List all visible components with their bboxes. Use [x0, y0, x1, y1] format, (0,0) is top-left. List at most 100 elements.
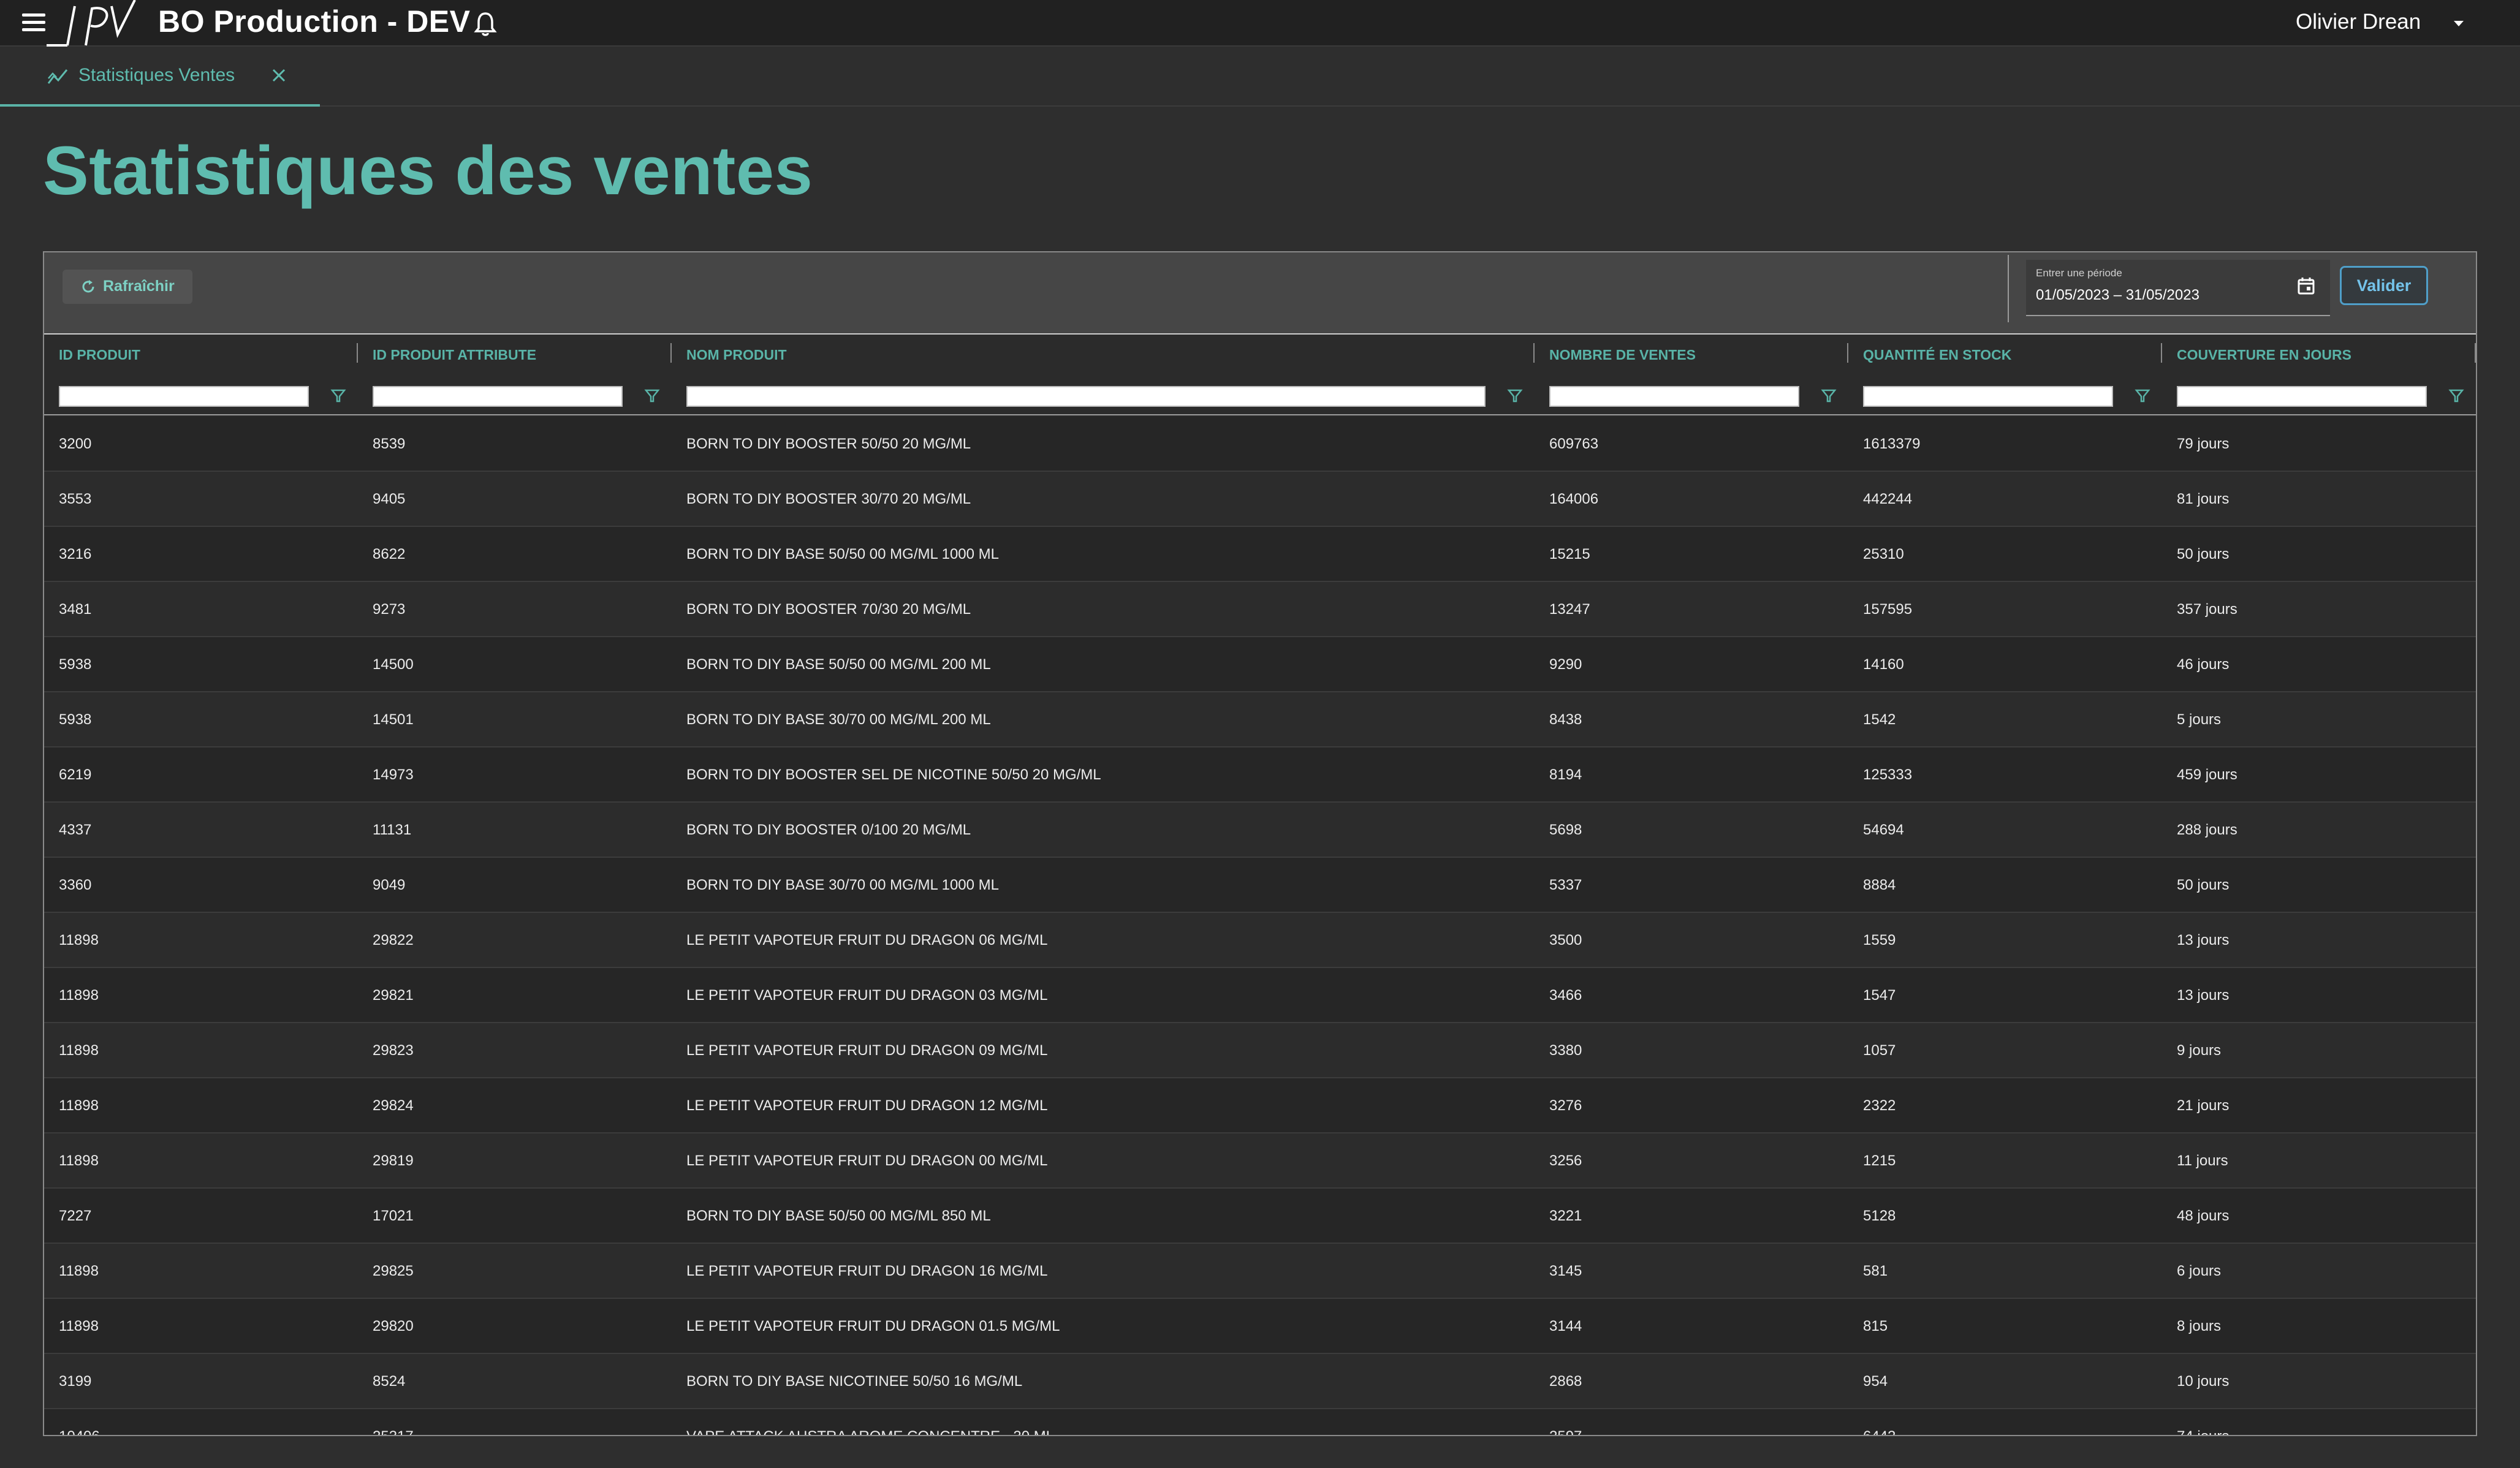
filter-icon[interactable]: [2448, 387, 2465, 404]
column-title[interactable]: NOMBRE DE VENTES: [1549, 347, 1696, 363]
cell-nombre-de-ventes: 13247: [1549, 601, 1590, 618]
cell-nom-produit: LE PETIT VAPOTEUR FRUIT DU DRAGON 00 MG/…: [686, 1152, 1048, 1169]
cell-nom-produit: BORN TO DIY BASE 50/50 00 MG/ML 1000 ML: [686, 546, 1000, 562]
cell-quantite-en-stock: 815: [1863, 1318, 1888, 1334]
column-title[interactable]: NOM PRODUIT: [686, 347, 787, 363]
chevron-down-icon[interactable]: [2449, 13, 2469, 33]
toolbar-divider: [2008, 255, 2009, 322]
table-row[interactable]: 4337 11131 BORN TO DIY BOOSTER 0/100 20 MG…: [44, 803, 2476, 858]
cell-id-produit: 3200: [59, 436, 92, 452]
chart-line-icon: [47, 69, 68, 84]
user-name[interactable]: Olivier Drean: [2296, 10, 2421, 34]
filter-icon[interactable]: [2134, 387, 2151, 404]
table-row[interactable]: 11898 29824 LE PETIT VAPOTEUR FRUIT DU DRA…: [44, 1078, 2476, 1133]
close-icon[interactable]: [270, 66, 288, 85]
table-row[interactable]: 5938 14501 BORN TO DIY BASE 30/70 00 MG/ML…: [44, 692, 2476, 747]
filter-icon[interactable]: [1820, 387, 1837, 404]
hamburger-menu-icon[interactable]: [22, 13, 45, 32]
cell-id-produit-attribute: 8622: [373, 546, 406, 562]
column-title[interactable]: ID PRODUIT ATTRIBUTE: [373, 347, 536, 363]
tab-statistiques-ventes[interactable]: Statistiques Ventes: [0, 47, 320, 107]
refresh-button[interactable]: Rafraîchir: [63, 270, 192, 304]
cell-couverture-en-jours: 21 jours: [2177, 1097, 2230, 1114]
cell-id-produit: 11898: [59, 1263, 99, 1279]
date-range-field[interactable]: Entrer une période 01/05/2023 – 31/05/20…: [2026, 260, 2330, 316]
cell-id-produit: 3481: [59, 601, 92, 618]
table-toolbar: Rafraîchir Entrer une période 01/05/2023…: [44, 252, 2476, 335]
column-title[interactable]: COUVERTURE EN JOURS: [2177, 347, 2351, 363]
sales-stats-panel: Rafraîchir Entrer une période 01/05/2023…: [43, 251, 2477, 1436]
column-header-couverture-en-jours: COUVERTURE EN JOURS: [2162, 336, 2476, 415]
table-row[interactable]: 11898 29819 LE PETIT VAPOTEUR FRUIT DU DRA…: [44, 1133, 2476, 1189]
cell-id-produit-attribute: 29824: [373, 1097, 414, 1114]
cell-quantite-en-stock: 54694: [1863, 822, 1904, 838]
cell-nombre-de-ventes: 5698: [1549, 822, 1582, 838]
filter-input-couverture-en-jours[interactable]: [2177, 386, 2427, 407]
cell-id-produit: 3360: [59, 877, 92, 893]
cell-nombre-de-ventes: 3256: [1549, 1152, 1582, 1169]
filter-icon[interactable]: [330, 387, 347, 404]
date-range-value[interactable]: 01/05/2023 – 31/05/2023: [2036, 287, 2199, 304]
cell-nom-produit: LE PETIT VAPOTEUR FRUIT DU DRAGON 01.5 M…: [686, 1318, 1060, 1334]
cell-couverture-en-jours: 48 jours: [2177, 1208, 2230, 1224]
bell-icon[interactable]: [473, 11, 498, 37]
cell-id-produit: 10406: [44, 1409, 358, 1435]
filter-input-id-produit[interactable]: [59, 386, 309, 407]
filter-input-nom-produit[interactable]: [686, 386, 1486, 407]
table-row[interactable]: 11898 29823 LE PETIT VAPOTEUR FRUIT DU DRA…: [44, 1023, 2476, 1078]
cell-id-produit-attribute: 17021: [373, 1208, 414, 1224]
cell-nombre-de-ventes: 5337: [1549, 877, 1582, 893]
cell-id-produit-attribute: 14973: [373, 766, 414, 783]
cell-nom-produit: VAPE ATTACK AUSTRA AROME CONCENTRE - 30 …: [672, 1409, 1535, 1435]
cell-quantite-en-stock: 14160: [1863, 656, 1904, 673]
cell-couverture-en-jours: 13 jours: [2177, 932, 2230, 948]
column-title[interactable]: QUANTITÉ EN STOCK: [1863, 347, 2011, 363]
table-row[interactable]: 11898 29822 LE PETIT VAPOTEUR FRUIT DU DRA…: [44, 913, 2476, 968]
cell-nom-produit: LE PETIT VAPOTEUR FRUIT DU DRAGON 06 MG/…: [686, 932, 1048, 948]
filter-input-nombre-de-ventes[interactable]: [1549, 386, 1799, 407]
cell-quantite-en-stock: 6442: [1848, 1409, 2162, 1435]
cell-nombre-de-ventes: 8194: [1549, 766, 1582, 783]
cell-quantite-en-stock: 5128: [1863, 1208, 1896, 1224]
table-row[interactable]: 6219 14973 BORN TO DIY BOOSTER SEL DE NICO…: [44, 747, 2476, 803]
page-title: Statistiques des ventes: [43, 132, 813, 209]
table-row[interactable]: 7227 17021 BORN TO DIY BASE 50/50 00 MG/ML…: [44, 1189, 2476, 1244]
table-row[interactable]: 1040625317VAPE ATTACK AUSTRA AROME CONCE…: [44, 1409, 2476, 1435]
table-row[interactable]: 5938 14500 BORN TO DIY BASE 50/50 00 MG/ML…: [44, 637, 2476, 692]
filter-input-quantite-en-stock[interactable]: [1863, 386, 2113, 407]
cell-quantite-en-stock: 954: [1863, 1373, 1888, 1390]
table-row[interactable]: 3553 9405 BORN TO DIY BOOSTER 30/70 20 MG/…: [44, 472, 2476, 527]
table-row[interactable]: 3360 9049 BORN TO DIY BASE 30/70 00 MG/ML …: [44, 858, 2476, 913]
table-row[interactable]: 11898 29820 LE PETIT VAPOTEUR FRUIT DU DRA…: [44, 1299, 2476, 1354]
cell-id-produit: 11898: [59, 1318, 99, 1334]
cell-nom-produit: LE PETIT VAPOTEUR FRUIT DU DRAGON 03 MG/…: [686, 987, 1048, 1004]
cell-nom-produit: BORN TO DIY BASE 50/50 00 MG/ML 850 ML: [686, 1208, 991, 1224]
cell-quantite-en-stock: 1613379: [1863, 436, 1921, 452]
tab-label: Statistiques Ventes: [78, 65, 235, 85]
column-header-id-produit-attribute: ID PRODUIT ATTRIBUTE: [358, 336, 672, 415]
table-row[interactable]: 11898 29825 LE PETIT VAPOTEUR FRUIT DU DRA…: [44, 1244, 2476, 1299]
cell-couverture-en-jours: 50 jours: [2177, 546, 2230, 562]
table-row[interactable]: 3200 8539 BORN TO DIY BOOSTER 50/50 20 MG/…: [44, 417, 2476, 472]
table-row[interactable]: 3481 9273 BORN TO DIY BOOSTER 70/30 20 MG/…: [44, 582, 2476, 637]
cell-couverture-en-jours: 459 jours: [2177, 766, 2237, 783]
column-header-nombre-de-ventes: NOMBRE DE VENTES: [1535, 336, 1848, 415]
cell-couverture-en-jours: 357 jours: [2177, 601, 2237, 618]
filter-icon[interactable]: [1506, 387, 1524, 404]
cell-nom-produit: LE PETIT VAPOTEUR FRUIT DU DRAGON 16 MG/…: [686, 1263, 1048, 1279]
table-row[interactable]: 11898 29821 LE PETIT VAPOTEUR FRUIT DU DRA…: [44, 968, 2476, 1023]
cell-id-produit: 5938: [59, 656, 92, 673]
filter-input-id-produit-attribute[interactable]: [373, 386, 623, 407]
cell-id-produit: 11898: [59, 987, 99, 1004]
table-row[interactable]: 3216 8622 BORN TO DIY BASE 50/50 00 MG/ML …: [44, 527, 2476, 582]
cell-id-produit: 6219: [59, 766, 92, 783]
cell-nombre-de-ventes: 3380: [1549, 1042, 1582, 1059]
validate-button[interactable]: Valider: [2340, 266, 2428, 305]
cell-quantite-en-stock: 581: [1863, 1263, 1888, 1279]
calendar-icon[interactable]: [2296, 276, 2317, 297]
cell-couverture-en-jours: 74 jours: [2162, 1409, 2476, 1435]
column-title[interactable]: ID PRODUIT: [59, 347, 140, 363]
table-row[interactable]: 3199 8524 BORN TO DIY BASE NICOTINEE 50/50…: [44, 1354, 2476, 1409]
filter-icon[interactable]: [643, 387, 661, 404]
cell-quantite-en-stock: 1215: [1863, 1152, 1896, 1169]
